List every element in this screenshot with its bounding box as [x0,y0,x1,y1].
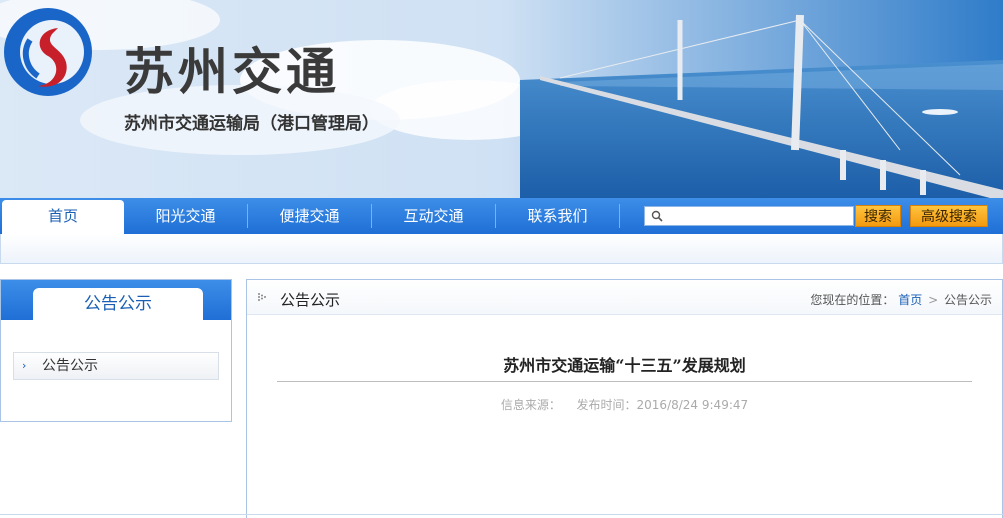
site-subtitle: 苏州市交通运输局（港口管理局） [124,114,379,134]
article-source: 信息来源： [500,398,561,412]
sidebar-header: 公告公示 [1,280,231,320]
sub-nav-bar [0,234,1003,264]
article-title: 苏州市交通运输“十三五”发展规划 [503,356,746,375]
sidebar-item-label: 公告公示 [42,358,98,374]
sidebar-item-announcements[interactable]: › 公告公示 [13,352,219,380]
content-header: 公告公示 您现在的位置： 首页 > 公告公示 [247,280,1002,315]
sidebar: 公告公示 › 公告公示 [0,279,232,422]
swirl-logo-icon [4,8,92,96]
nav-item-contact-us[interactable]: 联系我们 [496,198,619,234]
nav-item-convenient-transport[interactable]: 便捷交通 [248,198,371,234]
nav-item-sunshine-transport[interactable]: 阳光交通 [124,198,247,234]
nav-divider [619,204,620,228]
breadcrumb-separator: > [928,293,939,307]
dotted-arrow-icon [258,293,266,301]
article-divider [277,381,972,382]
chevron-right-icon: › [22,359,27,372]
main-content: 公告公示 您现在的位置： 首页 > 公告公示 苏州市交通运输“十三五”发展规划 … [246,279,1003,518]
header-banner: 苏州交通 苏州市交通运输局（港口管理局） [0,0,1003,198]
page-title: 公告公示 [280,291,341,309]
site-title: 苏州交通 [124,43,340,101]
breadcrumb-prefix: 您现在的位置： [810,293,895,307]
sidebar-title: 公告公示 [33,288,203,320]
advanced-search-button[interactable]: 高级搜索 [910,205,988,227]
breadcrumb-home-link[interactable]: 首页 [898,293,922,307]
breadcrumb: 您现在的位置： 首页 > 公告公示 [810,280,992,320]
search-button[interactable]: 搜索 [855,205,901,227]
search-icon [651,210,663,222]
article-meta: 信息来源： 发布时间：2016/8/24 9:49:47 [277,396,972,413]
nav-item-interactive-transport[interactable]: 互动交通 [372,198,495,234]
breadcrumb-current: 公告公示 [943,293,992,307]
search-input[interactable] [644,206,854,226]
nav-item-home[interactable]: 首页 [2,200,124,234]
article-publish-time: 发布时间：2016/8/24 9:49:47 [576,398,749,412]
footer-divider [0,514,1003,515]
